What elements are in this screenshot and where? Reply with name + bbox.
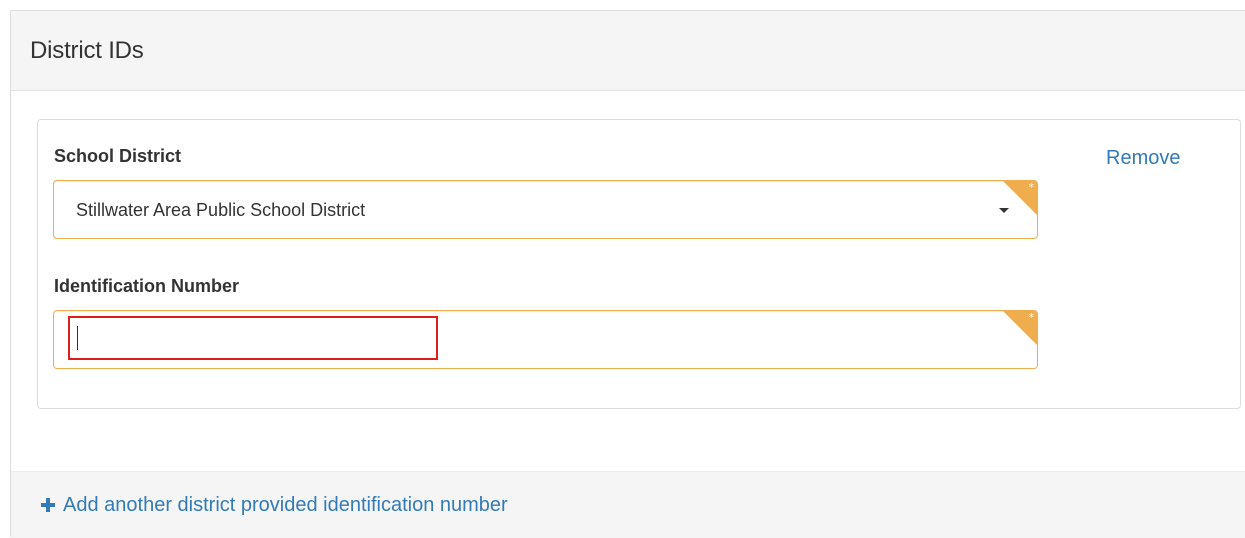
plus-icon bbox=[41, 498, 55, 512]
star-icon: * bbox=[1028, 311, 1035, 324]
add-district-id-link[interactable]: Add another district provided identifica… bbox=[41, 493, 508, 517]
identification-number-input[interactable] bbox=[54, 311, 1037, 368]
panel-footer: Add another district provided identifica… bbox=[11, 471, 1245, 538]
district-id-entry: School District Stillwater Area Public S… bbox=[37, 119, 1241, 409]
school-district-selected-value: Stillwater Area Public School District bbox=[76, 200, 366, 220]
text-cursor bbox=[77, 326, 78, 350]
school-district-label: School District bbox=[54, 146, 182, 166]
identification-number-field[interactable]: * bbox=[53, 310, 1038, 369]
identification-number-label: Identification Number bbox=[54, 276, 240, 296]
add-district-id-label: Add another district provided identifica… bbox=[63, 494, 508, 516]
remove-link[interactable]: Remove bbox=[1106, 146, 1180, 170]
district-ids-panel: District IDs School District Stillwater … bbox=[10, 10, 1245, 538]
star-icon: * bbox=[1028, 181, 1035, 194]
panel-title: District IDs bbox=[30, 37, 144, 64]
school-district-select[interactable]: Stillwater Area Public School District * bbox=[53, 180, 1038, 239]
panel-heading: District IDs bbox=[11, 11, 1245, 91]
